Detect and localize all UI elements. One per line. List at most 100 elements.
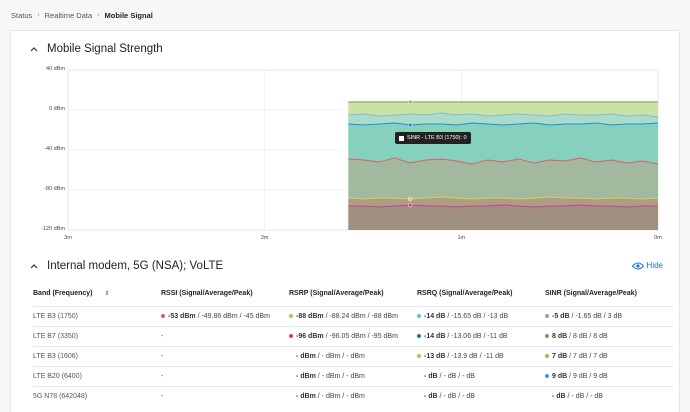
series-dot [417, 333, 421, 338]
sinr-signal: 7 dB [552, 352, 568, 360]
col-rsrq: RSRQ (Signal/Average/Peak) [417, 290, 513, 298]
rsrp-avg-peak: / - dBm / - dBm [315, 372, 365, 380]
rsrq-cell: - dB / - dB / - dB [417, 385, 545, 406]
col-rsrp: RSRP (Signal/Average/Peak) [289, 290, 384, 298]
table-row: LTE B3 (1606) - - dBm / - dBm / - dBm -13 d… [33, 345, 673, 366]
chevron-up-icon [29, 261, 39, 271]
rssi-cell: -53 dBm / -49.86 dBm / -45 dBm [161, 305, 289, 326]
rsrp-avg-peak: / - dBm / - dBm [315, 392, 365, 400]
band-cell: LTE B3 (1750) [33, 305, 161, 326]
rsrp-signal: -88 dBm [296, 312, 324, 320]
rsrq-avg-peak: / -13.06 dB / -11 dB [445, 332, 508, 340]
band-cell: LTE B7 (3350) [33, 325, 161, 346]
series-dot [545, 313, 549, 318]
rsrq-avg-peak: / - dB / - dB [437, 392, 475, 400]
tooltip-text: SINR - LTE B3 (1750): 0 [407, 135, 467, 141]
x-tick-label: 1m [457, 235, 466, 241]
chevron-right-icon: › [37, 11, 40, 19]
band-cell: 5G N78 (642048) [33, 385, 161, 406]
eye-icon [631, 262, 644, 269]
rsrq-avg-peak: / -13.9 dB / -11 dB [445, 352, 504, 360]
rsrp-signal: - dBm [296, 352, 316, 360]
hide-label: Hide [646, 261, 663, 270]
rsrp-cell: -88 dBm / -88.24 dBm / -88 dBm [289, 305, 417, 326]
chevron-up-icon [29, 44, 39, 54]
rsrq-signal: - dB [424, 392, 438, 400]
signal-chart-svg [67, 69, 659, 231]
rsrp-avg-peak: / -88.24 dBm / -88 dBm [323, 312, 398, 320]
rsrq-signal: - dB [424, 372, 438, 380]
table-row: 5G N78 (642048) - - dBm / - dBm / - dBm - d… [33, 385, 673, 406]
rssi-signal: - [161, 372, 164, 380]
rsrp-signal: - dBm [296, 372, 316, 380]
rsrp-avg-peak: / -96.05 dBm / -95 dBm [323, 332, 398, 340]
rsrq-cell: -14 dB / -13.06 dB / -11 dB [417, 325, 545, 346]
band-cell: LTE B20 (6400) [33, 365, 161, 386]
rssi-signal: - [161, 352, 164, 360]
col-band-label: Band (Frequency) [33, 290, 93, 298]
rsrq-cell: -14 dB / -15.65 dB / -13 dB [417, 305, 545, 326]
breadcrumb-mobile-signal: Mobile Signal [104, 10, 153, 20]
sinr-signal: - dB [552, 392, 566, 400]
rsrq-signal: -13 dB [424, 352, 446, 360]
chart-tooltip: SINR - LTE B3 (1750): 0 [395, 132, 471, 144]
y-tick-label: -120 dBm [41, 226, 65, 232]
series-point-0 [407, 99, 413, 105]
rssi-cell: - [161, 385, 289, 406]
sinr-avg-peak: / -1.65 dB / 3 dB [569, 312, 623, 320]
table-row: LTE B20 (6400) - - dBm / - dBm / - dBm - dB… [33, 365, 673, 386]
series-point-2 [407, 122, 413, 128]
sinr-avg-peak: / 9 dB / 9 dB [567, 372, 608, 380]
y-tick-label: 0 dBm [49, 106, 65, 112]
rsrq-cell: - dB / - dB / - dB [417, 365, 545, 386]
y-tick-label: -40 dBm [44, 146, 65, 152]
series-area-3 [348, 158, 658, 199]
series-dot [161, 313, 165, 318]
y-tick-label: 40 dBm [46, 66, 65, 72]
rssi-avg-peak: / -49.86 dBm / -45 dBm [195, 312, 270, 320]
chart-section-title: Mobile Signal Strength [47, 43, 163, 55]
sinr-avg-peak: / 7 dB / 7 dB [567, 352, 608, 360]
sinr-avg-peak: / 8 dB / 8 dB [567, 332, 608, 340]
rsrp-cell: -96 dBm / -96.05 dBm / -95 dBm [289, 325, 417, 346]
bands-table: Band (Frequency) ⇕ RSSI (Signal/Average/P… [33, 282, 673, 406]
rssi-signal: -53 dBm [168, 312, 196, 320]
rsrp-signal: -96 dBm [296, 332, 324, 340]
signal-chart: 40 dBm 0 dBm -40 dBm -80 dBm -120 dBm 3m 2m 1m… [11, 61, 681, 251]
table-row: LTE B7 (3350) - -96 dBm / -96.05 dBm / -95… [33, 325, 673, 346]
chart-section-toggle[interactable]: Mobile Signal Strength [29, 43, 163, 55]
signal-card: Mobile Signal Strength 40 dBm 0 dBm -40 dB… [10, 30, 680, 412]
sort-icon[interactable]: ⇕ [105, 291, 110, 297]
rsrq-avg-peak: / - dB / - dB [437, 372, 475, 380]
series-dot [545, 333, 549, 338]
rsrp-cell: - dBm / - dBm / - dBm [289, 365, 417, 386]
rsrp-avg-peak: / - dBm / - dBm [315, 352, 365, 360]
series-dot [289, 333, 293, 338]
breadcrumb: Status › Realtime Data › Mobile Signal [11, 8, 153, 22]
rsrp-cell: - dBm / - dBm / - dBm [289, 345, 417, 366]
sinr-cell: - dB / - dB / - dB [545, 385, 673, 406]
rsrq-signal: -14 dB [424, 332, 446, 340]
col-sinr: SINR (Signal/Average/Peak) [545, 290, 637, 298]
series-point-4 [407, 196, 413, 202]
rsrp-cell: - dBm / - dBm / - dBm [289, 385, 417, 406]
col-band[interactable]: Band (Frequency) ⇕ [33, 282, 161, 306]
x-tick-label: 3m [64, 235, 72, 241]
series-dot [545, 373, 549, 378]
series-dot [545, 353, 549, 358]
band-cell: LTE B3 (1606) [33, 345, 161, 366]
hide-button[interactable]: Hide [631, 261, 663, 270]
table-header-row: Band (Frequency) ⇕ RSSI (Signal/Average/P… [33, 282, 673, 306]
rsrq-avg-peak: / -15.65 dB / -13 dB [445, 312, 509, 320]
x-tick-label: 0m [654, 235, 662, 241]
breadcrumb-realtime-data[interactable]: Realtime Data [45, 11, 93, 20]
sinr-avg-peak: / - dB / - dB [565, 392, 603, 400]
series-point-5 [407, 202, 413, 208]
modem-section-toggle[interactable]: Internal modem, 5G (NSA); VoLTE [29, 260, 223, 272]
series-dot [417, 313, 421, 318]
breadcrumb-status[interactable]: Status [11, 11, 32, 20]
series-dot [417, 353, 421, 358]
series-area-5 [348, 205, 658, 230]
chevron-right-icon: › [97, 11, 100, 19]
sinr-signal: 9 dB [552, 372, 568, 380]
